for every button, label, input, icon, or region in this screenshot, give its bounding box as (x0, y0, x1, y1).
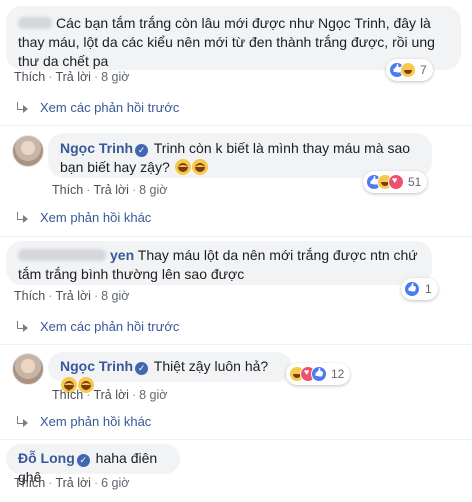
comment-text: Các bạn tắm trắng còn lâu mới được như N… (18, 15, 435, 69)
divider (0, 125, 472, 126)
reply-arrow-icon (16, 320, 30, 333)
reaction-count: 7 (420, 63, 427, 77)
comment-bubble: Ngọc Trinh ✓ Thiệt zậy luôn hả? (48, 352, 292, 393)
reply-link[interactable]: Trả lời (55, 289, 91, 303)
author-name[interactable]: Đỗ Long (18, 450, 75, 466)
blurred-author-name (18, 17, 52, 29)
comment-text: Thiệt zậy luôn hả? (153, 358, 269, 374)
verified-badge-icon: ✓ (135, 362, 149, 375)
view-previous-replies[interactable]: Xem các phản hồi trước (16, 100, 179, 115)
reaction-summary[interactable]: 1 (401, 278, 438, 300)
divider (0, 439, 472, 440)
reaction-count: 12 (331, 367, 345, 381)
view-more-replies[interactable]: Xem phản hồi khác (16, 414, 151, 429)
timestamp[interactable]: 8 giờ (101, 289, 129, 303)
timestamp[interactable]: 8 giờ (139, 388, 167, 402)
timestamp[interactable]: 8 giờ (101, 70, 129, 84)
comment-bubble: yen Thay máu lột da nên mới trắng được n… (6, 241, 432, 285)
love-reaction-icon (388, 174, 404, 190)
reply-link[interactable]: Trả lời (55, 70, 91, 84)
divider (0, 344, 472, 345)
like-link[interactable]: Thích (52, 388, 83, 402)
author-name[interactable]: Ngọc Trinh (60, 140, 133, 156)
reaction-count: 1 (425, 282, 432, 296)
like-link[interactable]: Thích (14, 289, 45, 303)
grinning-emoji-icon (191, 159, 208, 175)
like-link[interactable]: Thích (14, 70, 45, 84)
comment-actions: Thích · Trả lời · 8 giờ (52, 183, 168, 197)
reaction-summary[interactable]: 51 (363, 171, 428, 193)
reply-link[interactable]: Trả lời (55, 476, 91, 490)
reply-link[interactable]: Trả lời (93, 183, 129, 197)
like-link[interactable]: Thích (52, 183, 83, 197)
comment-actions: Thích · Trả lời · 6 giờ (14, 476, 130, 490)
view-more-replies[interactable]: Xem phản hồi khác (16, 210, 151, 225)
like-reaction-icon (311, 366, 327, 382)
timestamp[interactable]: 8 giờ (139, 183, 167, 197)
blurred-author-name (18, 249, 106, 261)
grinning-emoji-icon (174, 159, 191, 175)
reply-arrow-icon (16, 101, 30, 114)
author-name[interactable]: Ngọc Trinh (60, 358, 133, 374)
comment-bubble: Đỗ Long ✓ haha điên ghê (6, 444, 180, 485)
comment-actions: Thích · Trả lời · 8 giờ (52, 388, 168, 402)
view-previous-replies[interactable]: Xem các phản hồi trước (16, 319, 179, 334)
author-name[interactable]: yen (110, 247, 134, 263)
reply-arrow-icon (16, 211, 30, 224)
reaction-summary[interactable]: 12 (286, 363, 351, 385)
comment-actions: Thích · Trả lời · 8 giờ (14, 289, 130, 303)
like-link[interactable]: Thích (14, 476, 45, 490)
verified-badge-icon: ✓ (76, 454, 90, 467)
avatar[interactable] (12, 353, 44, 385)
reaction-count: 51 (408, 175, 422, 189)
divider (0, 236, 472, 237)
verified-badge-icon: ✓ (135, 144, 149, 157)
reaction-summary[interactable]: 7 (386, 59, 433, 81)
haha-reaction-icon (400, 62, 416, 78)
reply-link[interactable]: Trả lời (93, 388, 129, 402)
like-reaction-icon (404, 281, 420, 297)
avatar[interactable] (12, 135, 44, 167)
reply-arrow-icon (16, 415, 30, 428)
timestamp[interactable]: 6 giờ (101, 476, 129, 490)
comment-actions: Thích · Trả lời · 8 giờ (14, 70, 130, 84)
